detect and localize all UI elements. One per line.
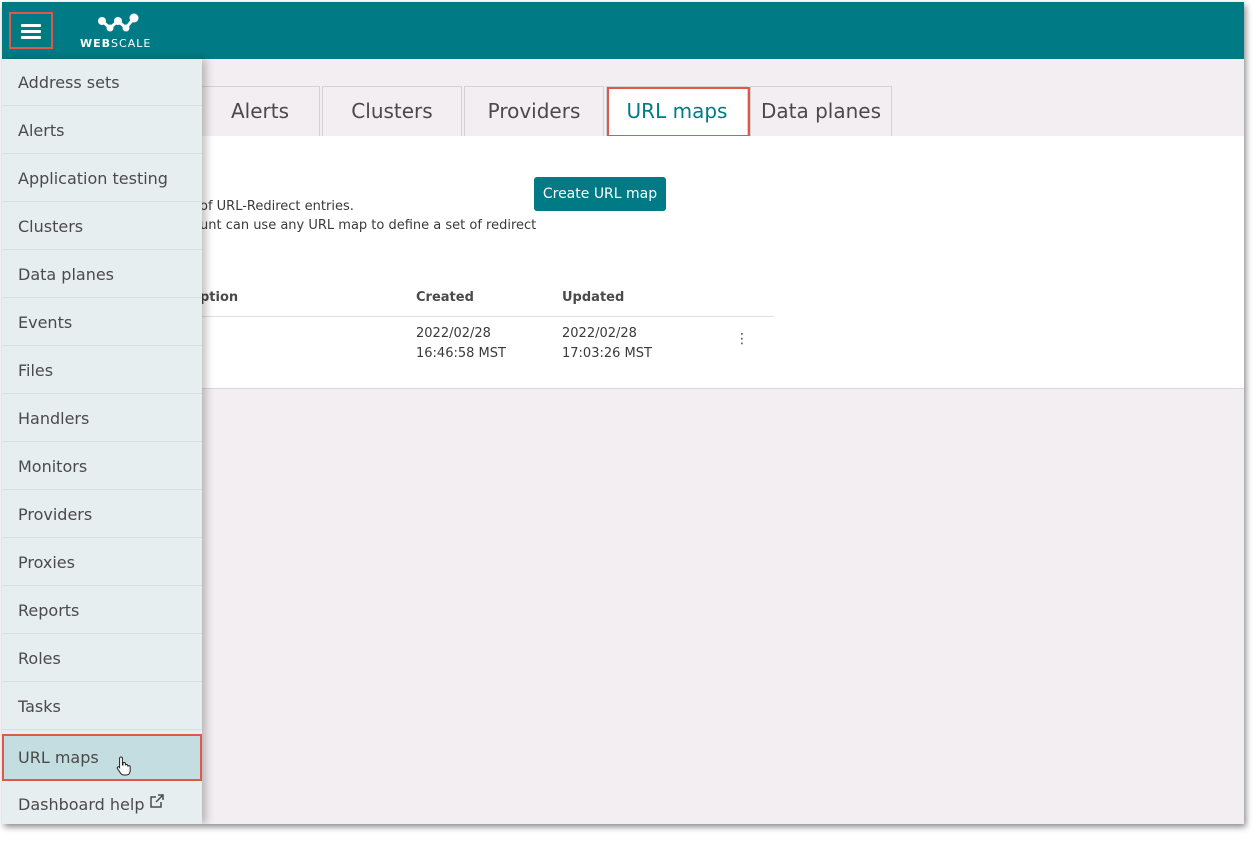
drawer-item-proxies[interactable]: Proxies	[2, 539, 202, 586]
updated-cell: 2022/02/28 17:03:26 MST	[562, 324, 652, 364]
drawer-item-application-testing[interactable]: Application testing	[2, 155, 202, 202]
drawer-item-address-sets[interactable]: Address sets	[2, 59, 202, 106]
drawer-item-roles[interactable]: Roles	[2, 635, 202, 682]
drawer-item-data-planes[interactable]: Data planes	[2, 251, 202, 298]
menu-toggle-button[interactable]	[9, 12, 53, 49]
external-link-icon	[150, 794, 165, 808]
drawer-item-handlers[interactable]: Handlers	[2, 395, 202, 442]
column-header-updated: Updated	[562, 290, 625, 305]
description-line-2: unt can use any URL map to define a set …	[200, 218, 537, 233]
drawer-item-tasks[interactable]: Tasks	[2, 683, 202, 730]
top-bar: WEBSCALE	[2, 2, 1244, 59]
drawer-item-reports[interactable]: Reports	[2, 587, 202, 634]
drawer-item-dashboard-help[interactable]: Dashboard help	[2, 781, 202, 824]
table-header-divider-actions	[700, 316, 774, 317]
column-header-description: ption	[200, 290, 239, 305]
brand-wordmark: WEBSCALE	[80, 37, 152, 50]
app-window: WEBSCALE Alerts Clusters Providers URL m…	[2, 2, 1244, 824]
dashboard-help-label: Dashboard help	[18, 795, 145, 814]
created-time: 16:46:58 MST	[416, 346, 506, 361]
created-date: 2022/02/28	[416, 326, 491, 341]
drawer-item-files[interactable]: Files	[2, 347, 202, 394]
tab-providers[interactable]: Providers	[464, 86, 604, 136]
url-maps-panel: of URL-Redirect entries. unt can use any…	[200, 136, 1244, 389]
updated-time: 17:03:26 MST	[562, 346, 652, 361]
updated-date: 2022/02/28	[562, 326, 637, 341]
navigation-drawer: Address sets Alerts Application testing …	[2, 59, 202, 824]
tab-clusters[interactable]: Clusters	[322, 86, 462, 136]
drawer-item-events[interactable]: Events	[2, 299, 202, 346]
tab-url-maps[interactable]: URL maps	[606, 86, 748, 136]
tab-data-planes[interactable]: Data planes	[750, 86, 892, 136]
column-header-created: Created	[416, 290, 474, 305]
create-url-map-button[interactable]: Create URL map	[534, 177, 666, 211]
drawer-item-alerts[interactable]: Alerts	[2, 107, 202, 154]
description-line-1: of URL-Redirect entries.	[200, 199, 354, 214]
drawer-item-providers[interactable]: Providers	[2, 491, 202, 538]
kebab-menu-icon[interactable]: ⋮	[734, 331, 750, 347]
drawer-item-monitors[interactable]: Monitors	[2, 443, 202, 490]
table-header-divider	[200, 316, 700, 317]
created-cell: 2022/02/28 16:46:58 MST	[416, 324, 506, 364]
drawer-item-clusters[interactable]: Clusters	[2, 203, 202, 250]
drawer-item-url-maps[interactable]: URL maps	[2, 734, 202, 781]
tab-alerts[interactable]: Alerts	[200, 86, 320, 136]
pointer-hand-cursor-icon	[116, 756, 131, 776]
hamburger-menu-icon	[21, 24, 41, 27]
